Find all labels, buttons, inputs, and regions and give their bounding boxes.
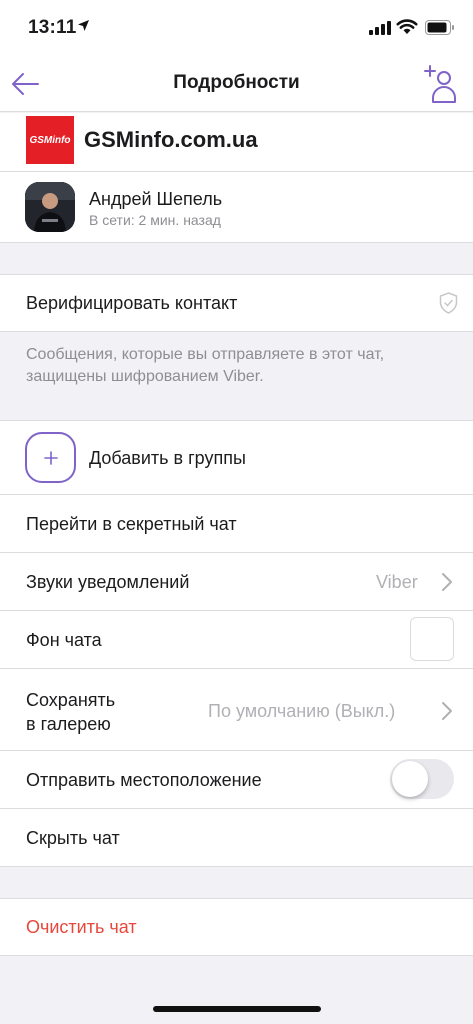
encryption-note: Сообщения, которые вы отправляете в этот… [26,346,385,385]
brand-site-name: GSMinfo.com.ua [84,127,258,152]
divider [0,331,473,332]
brand-logo: GSMinfo [26,116,74,164]
divider [0,866,473,867]
chevron-right-icon [442,702,452,720]
plus-icon [43,450,58,465]
secret-chat-label: Перейти в секретный чат [26,514,237,534]
hide-chat-label: Скрыть чат [26,828,120,848]
status-bar: 13:11 [0,0,473,56]
home-indicator [153,1006,321,1012]
contact-status: В сети: 2 мин. назад [89,212,221,228]
clear-chat-label: Очистить чат [26,917,137,937]
save-to-gallery-label: Сохранять в галерею [26,688,115,736]
status-time: 13:11 [28,17,77,38]
send-location-toggle[interactable] [390,759,454,799]
save-to-gallery-value: По умолчанию (Выкл.) [208,701,396,721]
save-to-gallery-label-line1: Сохранять [26,690,116,710]
contact-name: Андрей Шепель [89,189,223,209]
chevron-right-icon [442,573,452,591]
cellular-signal-icon [369,21,391,35]
contact-avatar[interactable] [25,182,75,232]
add-participant-icon[interactable] [422,64,456,104]
location-arrow-icon [78,20,89,31]
page-title: Подробности [173,72,300,93]
avatar-person-icon [25,182,75,232]
chat-background-preview[interactable] [410,617,454,661]
add-to-groups-label: Добавить в группы [89,448,246,468]
divider [0,242,473,243]
add-to-groups-button[interactable] [25,432,76,483]
notification-sounds-value: Viber [376,572,418,592]
divider [0,955,473,956]
wifi-icon [396,19,418,34]
save-to-gallery-label-line2: в галерею [26,714,111,734]
shield-check-icon [439,292,458,314]
battery-icon [425,20,454,35]
verify-contact-label: Верифицировать контакт [26,293,238,313]
chat-background-label: Фон чата [26,630,102,650]
send-location-label: Отправить местоположение [26,770,262,790]
toggle-knob [392,761,428,797]
notification-sounds-label: Звуки уведомлений [26,572,190,592]
navigation-bar: Подробности [0,56,473,112]
